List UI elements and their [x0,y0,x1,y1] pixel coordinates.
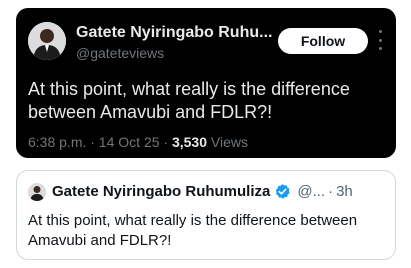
author-name[interactable]: Gatete Nyiringabo Ruhu... [76,24,272,42]
main-post-card[interactable]: Gatete Nyiringabo Ruhu... @gateteviews F… [16,8,396,158]
verified-badge-icon [274,183,291,200]
quoted-author-handle[interactable]: @... [297,183,325,200]
views-count: 3,530 [171,134,207,150]
author-handle[interactable]: @gateteviews [76,45,164,61]
quoted-post-time[interactable]: 3h [336,183,353,200]
views-label: Views [207,134,248,150]
quoted-post-header: Gatete Nyiringabo Ruhumuliza @... · 3h [52,183,353,200]
quoted-post-card[interactable]: Gatete Nyiringabo Ruhumuliza @... · 3h A… [16,170,396,260]
author-avatar[interactable] [28,22,66,60]
more-vertical-icon[interactable] [376,30,384,50]
quoted-author-avatar[interactable] [28,183,46,201]
post-meta: 6:38 p.m. · 14 Oct 25 · 3,530 Views [28,134,248,150]
quoted-post-text: At this point, what really is the differ… [28,212,358,249]
separator-dot: · [328,183,334,200]
quoted-author-name[interactable]: Gatete Nyiringabo Ruhumuliza [52,183,270,200]
follow-button[interactable]: Follow [278,28,368,54]
post-text: At this point, what really is the differ… [28,79,350,122]
post-timestamp[interactable]: 6:38 p.m. · 14 Oct 25 · [28,134,172,150]
